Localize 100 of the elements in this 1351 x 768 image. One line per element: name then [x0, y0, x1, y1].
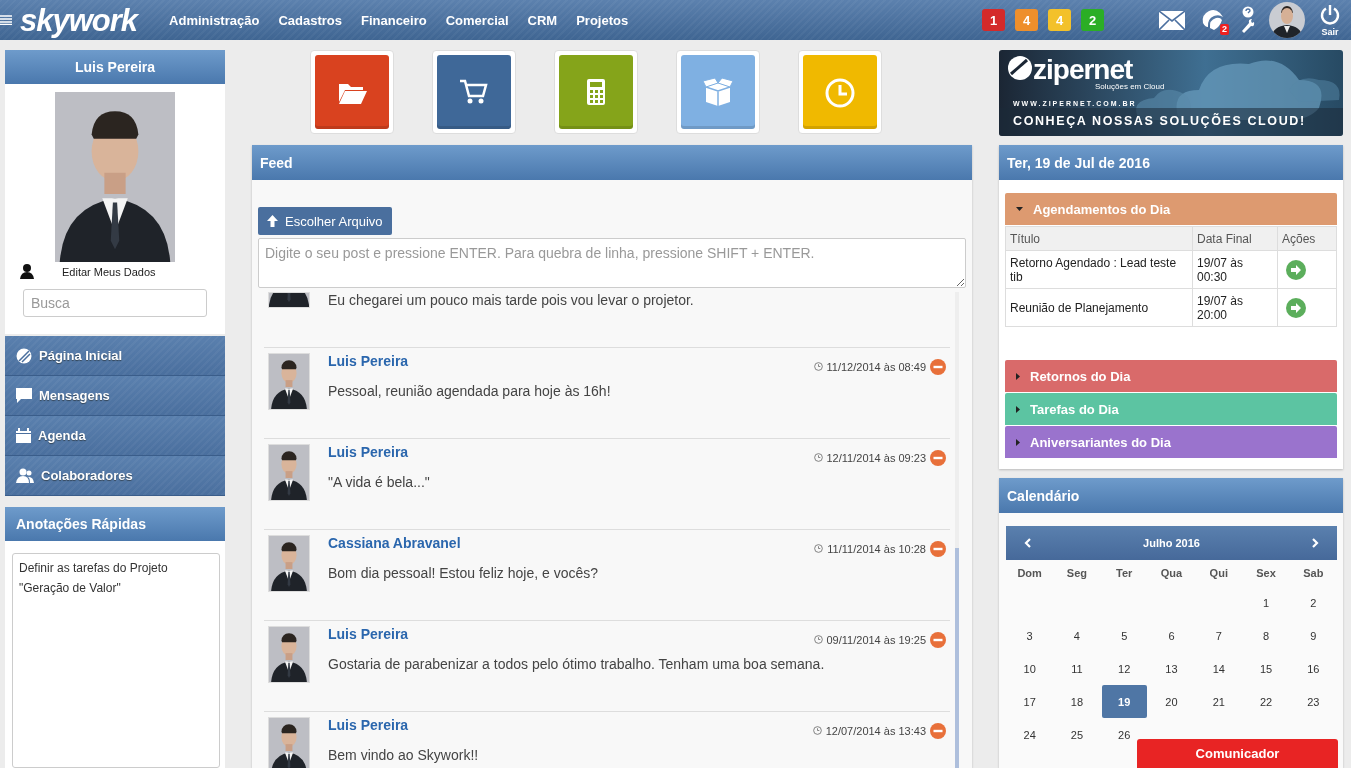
upload-button[interactable]: Escolher Arquivo [258, 207, 392, 235]
caret-icon [1016, 207, 1023, 211]
menu-link[interactable]: Projetos [576, 12, 629, 28]
calendar-day[interactable]: 4 [1053, 619, 1101, 652]
banner-tagline: Soluções em Cloud [1095, 82, 1165, 91]
calendar-day[interactable]: 9 [1289, 619, 1337, 652]
column-header: Ações [1277, 226, 1337, 251]
calendar-day[interactable]: 23 [1289, 685, 1337, 718]
author-name[interactable]: Luis Pereira [328, 717, 795, 744]
calendar-day[interactable]: 17 [1006, 685, 1054, 718]
post-text: Eu chegarei um pouco mais tarde pois vou levar o projetor. [328, 292, 695, 309]
calendar-day[interactable]: 3 [1006, 619, 1054, 652]
calendar-day[interactable]: 24 [1006, 718, 1054, 751]
avatar[interactable] [1269, 2, 1305, 38]
shortcut-tile[interactable] [554, 50, 638, 134]
calendar-day[interactable]: 11 [1053, 652, 1101, 685]
menu-icon[interactable] [0, 15, 12, 25]
post-text: Bem vindo ao Skywork!! [328, 747, 480, 765]
logo[interactable]: skywork [20, 4, 138, 36]
calendar-day[interactable]: 18 [1053, 685, 1101, 718]
calendar-day[interactable]: 8 [1242, 619, 1290, 652]
shortcut-tile[interactable] [310, 50, 394, 134]
menu-link[interactable]: Comercial [445, 12, 509, 28]
post-text: "A vida é bela..." [328, 474, 431, 492]
calendar-day[interactable]: 10 [1006, 652, 1054, 685]
upload-icon [267, 215, 278, 227]
box-icon [701, 76, 735, 108]
calendar-day[interactable]: 2 [1289, 586, 1337, 619]
menu-link[interactable]: Financeiro [360, 12, 427, 28]
weekday-label: Qui [1208, 566, 1229, 581]
weekday-label: Dom [1016, 566, 1043, 581]
arrow-right-icon[interactable] [1286, 297, 1306, 318]
accordion-header[interactable]: Aniversariantes do Dia [1005, 426, 1337, 458]
weekday-label: Ter [1115, 566, 1134, 581]
author-name[interactable]: Luis Pereira [328, 444, 796, 471]
caret-icon [1016, 405, 1020, 413]
profile-name: Luis Pereira [5, 50, 225, 84]
table-cell: Retorno Agendado : Lead teste tib [1005, 250, 1193, 289]
clock-icon [813, 635, 823, 644]
banner-slogan: CONHEÇA NOSSAS SOLUÇÕES CLOUD! [1013, 114, 1306, 128]
panel-title: Calendário [999, 478, 1343, 513]
remove-icon[interactable] [930, 358, 946, 375]
previous-icon[interactable] [1024, 538, 1031, 548]
calendar-day[interactable]: 20 [1147, 685, 1196, 718]
calendar-day[interactable]: 21 [1195, 685, 1243, 718]
menu-link[interactable]: Cadastros [278, 12, 342, 28]
calendar-day[interactable]: 15 [1242, 652, 1290, 685]
calendar-day[interactable]: 5 [1100, 619, 1148, 652]
search-field[interactable]: Busca [23, 289, 207, 317]
calendar-day[interactable]: 19 [1101, 685, 1147, 718]
sidebar-item[interactable]: Colaboradores [5, 456, 225, 496]
calendar-day[interactable]: 22 [1242, 685, 1290, 718]
calendar-day[interactable]: 25 [1053, 718, 1101, 751]
shortcut-tile[interactable] [798, 50, 882, 134]
calendar-day[interactable]: 1 [1242, 586, 1290, 619]
calendar-day[interactable]: 12 [1100, 652, 1148, 685]
scrollbar[interactable] [955, 292, 959, 768]
author-name[interactable]: Cassiana Abravanel [328, 535, 797, 562]
mail-icon[interactable] [1159, 10, 1185, 30]
communicator-button[interactable]: Comunicador [1137, 739, 1338, 768]
logout-button[interactable]: Sair [1319, 3, 1341, 37]
remove-icon[interactable] [930, 449, 946, 466]
post-time: 12/07/2014 às 13:43 [825, 724, 926, 737]
caret-icon [1016, 438, 1020, 446]
arrow-right-icon[interactable] [1286, 259, 1306, 280]
sidebar-item[interactable]: Agenda [5, 416, 225, 456]
post-time: 11/11/2014 às 10:28 [827, 542, 926, 555]
calendar-day[interactable]: 14 [1195, 652, 1243, 685]
remove-icon[interactable] [930, 722, 946, 739]
column-header: Data Final [1192, 226, 1278, 251]
weekday-label: Sex [1255, 566, 1277, 581]
shortcut-tile[interactable] [676, 50, 760, 134]
sidebar-item[interactable]: Página Inicial [5, 336, 225, 376]
remove-icon[interactable] [930, 540, 946, 557]
sidebar-item[interactable]: Mensagens [5, 376, 225, 416]
menu-link[interactable]: Administração [169, 12, 260, 28]
remove-icon[interactable] [930, 631, 946, 648]
counter-badge[interactable]: 1 [982, 9, 1005, 31]
banner-brand: zipernet [1033, 54, 1133, 85]
calendar-day[interactable]: 6 [1147, 619, 1196, 652]
panel-title: Ter, 19 de Jul de 2016 [999, 145, 1343, 180]
author-name[interactable]: Luis Pereira [328, 353, 796, 380]
person-icon [20, 264, 34, 279]
calendar-icon [16, 428, 31, 443]
next-icon[interactable] [1312, 538, 1319, 548]
table-cell: Reunião de Planejamento [1005, 288, 1193, 327]
table-cell: 19/07 às 20:00 [1192, 288, 1278, 327]
clock-icon [813, 453, 823, 462]
edit-profile-link[interactable]: Editar Meus Dados [62, 265, 156, 278]
shortcut-tile[interactable] [432, 50, 516, 134]
calendar-day[interactable]: 16 [1289, 652, 1337, 685]
calendar-day[interactable]: 13 [1147, 652, 1196, 685]
messages-icon [16, 388, 32, 403]
author-name[interactable]: Luis Pereira [328, 626, 796, 653]
calendar-day[interactable]: 7 [1195, 619, 1243, 652]
notes-field[interactable]: Definir as tarefas do Projeto "Geração de Valor" [12, 553, 220, 768]
menu-link[interactable]: CRM [527, 12, 558, 28]
post-text: Pessoal, reunião agendada para hoje às 16h! [328, 383, 612, 401]
post-field[interactable]: Digite o seu post e pressione ENTER. Para quebra de linha, pressione SHIFT + ENTER. [258, 238, 966, 288]
help-wrench-icon[interactable] [1239, 6, 1255, 34]
